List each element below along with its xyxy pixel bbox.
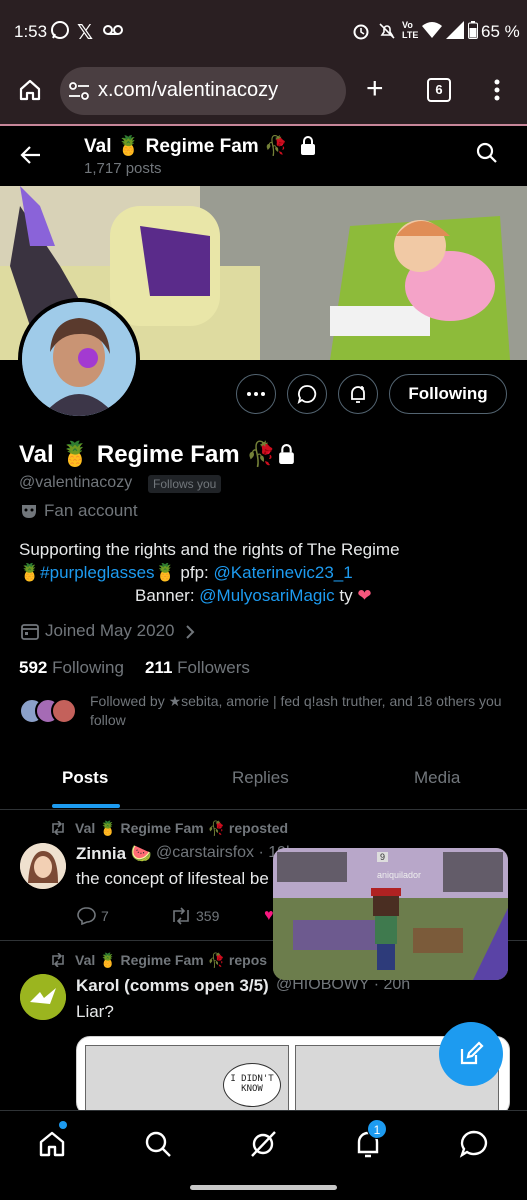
notifications-button[interactable] [338, 374, 378, 414]
site-settings-icon[interactable] [68, 81, 90, 106]
bell-plus-icon [351, 386, 365, 403]
message-icon [297, 385, 317, 404]
bio-hashtag-link[interactable]: #purpleglasses [40, 563, 154, 582]
nav-messages-icon[interactable] [459, 1129, 491, 1161]
status-time: 1:53 [14, 22, 48, 41]
followers-stat[interactable]: 211 Followers [145, 658, 250, 678]
mute-icon [378, 22, 396, 45]
bio: Supporting the rights and the rights of … [19, 538, 509, 607]
nav-home-icon[interactable] [37, 1129, 69, 1161]
heart-icon: ❤ [357, 586, 372, 605]
avatar-illustration [22, 302, 136, 416]
calendar-icon [21, 622, 39, 645]
compose-button[interactable] [439, 1022, 503, 1086]
repost-icon [50, 820, 66, 840]
mask-icon [21, 503, 37, 524]
bio-ty: ty [339, 586, 353, 605]
follows-you-badge: Follows you [148, 475, 222, 493]
gesture-bar[interactable] [190, 1185, 337, 1190]
bio-line1: Supporting the rights and the rights of … [19, 540, 400, 559]
video-player-name: aniquilador [377, 870, 422, 880]
reply-count: 7 [101, 908, 109, 924]
active-tab-indicator [52, 804, 120, 808]
whatsapp-icon [50, 20, 70, 45]
battery-percent: 65 % [481, 22, 520, 41]
message-button[interactable] [287, 374, 327, 414]
repost-icon [50, 952, 66, 972]
tab-count[interactable]: 6 [427, 78, 451, 102]
bio-banner-mention[interactable]: @MulyosariMagic [199, 586, 334, 605]
voicemail-icon [102, 20, 124, 45]
tweet-text: Liar? [76, 1002, 114, 1021]
followed-by-avatars[interactable] [19, 698, 79, 726]
tab-replies[interactable]: Replies [232, 768, 289, 788]
more-vert-icon[interactable] [494, 78, 500, 107]
battery-icon [468, 21, 478, 44]
repost-label[interactable]: Val 🍍 Regime Fam 🥀 reposted [75, 820, 288, 837]
signal-icon [446, 21, 464, 44]
video-frame [273, 848, 508, 980]
profile-lock-icon [278, 444, 295, 470]
x-app-icon: 𝕏 [77, 22, 94, 44]
tweet-author-name[interactable]: Zinnia 🍉 [76, 844, 152, 864]
following-stat[interactable]: 592 Following [19, 658, 124, 678]
following-count: 592 [19, 658, 48, 677]
alarm-icon [352, 22, 370, 45]
followers-label: Followers [177, 658, 250, 677]
tweet-text: the concept of lifesteal be [76, 869, 269, 888]
comic-speech-bubble: I DIDN'T KNOW [223, 1063, 281, 1107]
bio-pfp-mention[interactable]: @Katerinevic23_1 [214, 563, 353, 582]
joined-date: Joined May 2020 [45, 621, 175, 640]
profile-name: Val 🍍 Regime Fam 🥀 [19, 441, 277, 468]
avatar[interactable] [20, 974, 66, 1020]
profile-header: Val 🍍 Regime Fam 🥀 1,717 posts [0, 128, 527, 186]
following-label: Following [52, 658, 124, 677]
account-type: Fan account [44, 501, 138, 520]
retweet-icon[interactable] [170, 907, 192, 930]
header-name: Val 🍍 Regime Fam 🥀 [84, 136, 288, 157]
video-badge: 9 [377, 852, 389, 862]
followers-count: 211 [145, 658, 173, 677]
retweet-count: 359 [196, 908, 220, 924]
bio-pfp-label: pfp: [180, 563, 209, 582]
profile-handle: @valentinacozy [19, 474, 133, 491]
chevron-right-icon[interactable] [185, 624, 195, 645]
repost-label[interactable]: Val 🍍 Regime Fam 🥀 repos [75, 952, 267, 969]
tab-posts[interactable]: Posts [62, 768, 108, 788]
status-bar: 1:53 𝕏 Vo LTE 65 % [0, 0, 527, 64]
home-icon[interactable] [18, 78, 42, 107]
tweet-author-name[interactable]: Karol (comms open 3/5) [76, 976, 269, 996]
bio-banner-label: Banner: [135, 586, 195, 605]
lock-icon [300, 136, 316, 161]
browser-toolbar: x.com/valentinacozy + 6 [0, 64, 527, 126]
compose-icon [460, 1041, 484, 1065]
avatar[interactable] [18, 298, 140, 420]
wifi-icon [422, 22, 442, 43]
home-unread-dot [59, 1121, 67, 1129]
more-options-button[interactable] [236, 374, 276, 414]
url-text[interactable]: x.com/valentinacozy [98, 79, 278, 102]
nav-grok-icon[interactable] [248, 1129, 280, 1161]
more-horizontal-icon [247, 392, 265, 396]
followed-by-text[interactable]: Followed by ★sebita, amorie | fed q!ash … [90, 692, 510, 730]
following-button[interactable]: Following [389, 374, 507, 414]
search-icon[interactable] [476, 142, 498, 169]
bottom-nav: 1 [0, 1110, 527, 1200]
nav-search-icon[interactable] [143, 1129, 175, 1161]
notification-badge: 1 [367, 1119, 387, 1139]
volte-label: Vo LTE [402, 20, 419, 40]
header-post-count: 1,717 posts [84, 160, 162, 177]
reply-icon[interactable] [76, 907, 96, 930]
avatar [51, 698, 77, 724]
back-arrow-icon[interactable] [20, 144, 42, 171]
pip-video[interactable]: aniquilador 9 [273, 848, 508, 980]
avatar[interactable] [20, 843, 66, 889]
tab-media[interactable]: Media [414, 768, 460, 788]
address-bar[interactable]: x.com/valentinacozy [60, 67, 346, 115]
new-tab-icon[interactable]: + [366, 74, 384, 104]
